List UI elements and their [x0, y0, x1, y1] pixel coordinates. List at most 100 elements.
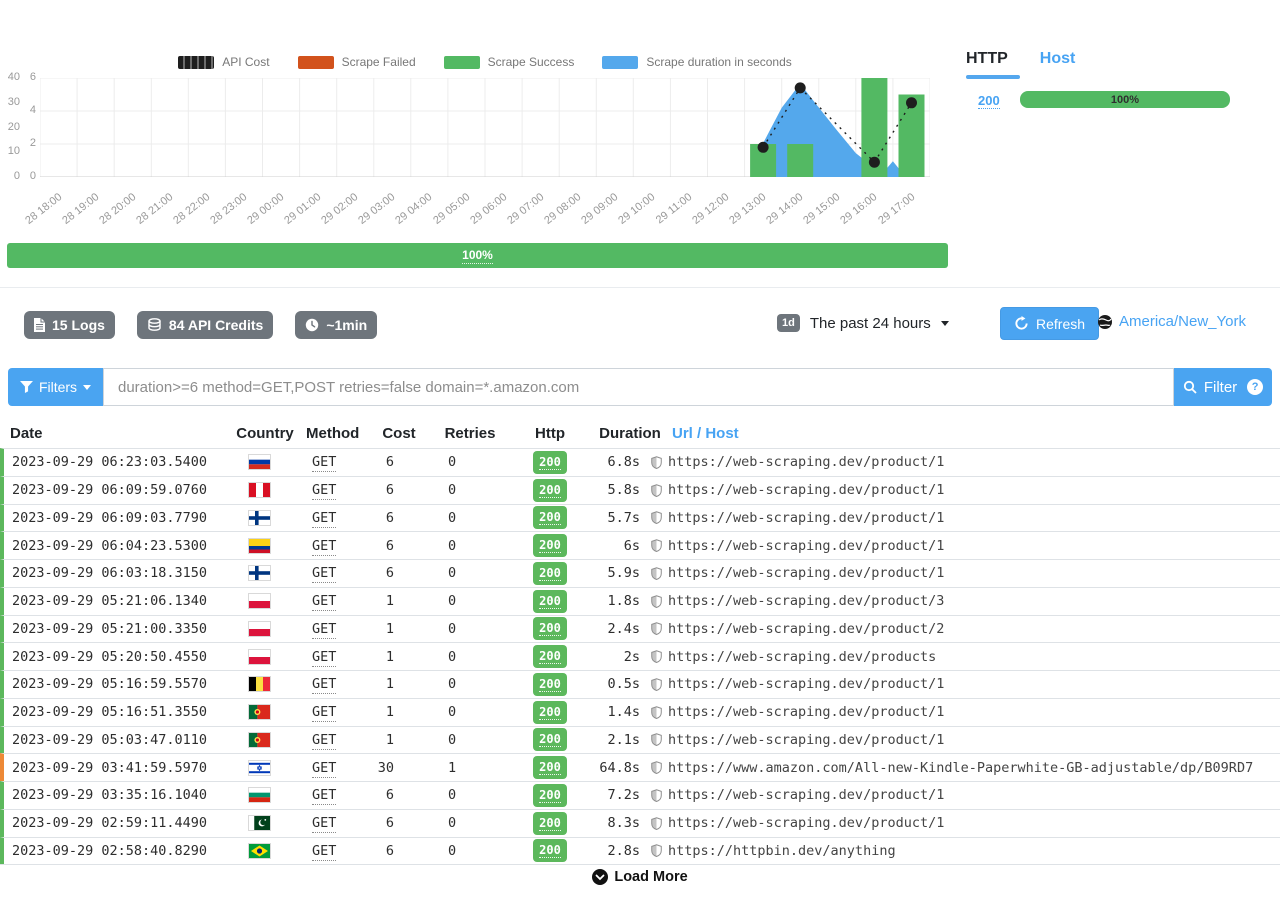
log-duration: 2.4s	[588, 621, 644, 637]
log-method: GET	[300, 732, 370, 748]
log-table-row[interactable]: 2023-09-29 05:03:47.0110GET102002.1shttp…	[0, 726, 1280, 754]
log-table-row[interactable]: 2023-09-29 02:59:11.4490GET602008.3shttp…	[0, 809, 1280, 837]
tab-http[interactable]: HTTP	[966, 50, 1008, 68]
log-url-link[interactable]: https://web-scraping.dev/product/1	[668, 510, 1280, 526]
shield-cell	[644, 817, 668, 830]
log-cost: 6	[370, 454, 428, 470]
overall-success-bar: 100%	[7, 243, 948, 268]
filter-submit-button[interactable]: Filter ?	[1174, 368, 1272, 406]
shield-cell	[644, 761, 668, 774]
log-table-row[interactable]: 2023-09-29 02:58:40.8290GET602002.8shttp…	[0, 837, 1280, 865]
log-url-link[interactable]: https://web-scraping.dev/product/1	[668, 482, 1280, 498]
tab-host[interactable]: Host	[1040, 50, 1076, 68]
log-url-link[interactable]: https://web-scraping.dev/product/1	[668, 454, 1280, 470]
refresh-button[interactable]: Refresh	[1000, 307, 1099, 340]
chevron-down-icon	[941, 321, 949, 326]
log-duration: 2.1s	[588, 732, 644, 748]
log-url-link[interactable]: https://web-scraping.dev/product/1	[668, 538, 1280, 554]
log-method: GET	[300, 704, 370, 720]
log-table-row[interactable]: 2023-09-29 06:04:23.5300GET602006shttps:…	[0, 531, 1280, 559]
legend-item[interactable]: Scrape Failed	[298, 55, 416, 69]
log-date: 2023-09-29 06:09:59.0760	[4, 482, 230, 498]
log-date: 2023-09-29 05:20:50.4550	[4, 649, 230, 665]
chevron-down-circle-icon	[592, 869, 608, 885]
log-table-row[interactable]: 2023-09-29 05:16:59.5570GET102000.5shttp…	[0, 670, 1280, 698]
log-url-link[interactable]: https://web-scraping.dev/product/1	[668, 676, 1280, 692]
column-header-http: Http	[512, 425, 588, 442]
log-url-link[interactable]: https://web-scraping.dev/product/2	[668, 621, 1280, 637]
log-table-row[interactable]: 2023-09-29 06:09:03.7790GET602005.7shttp…	[0, 504, 1280, 532]
log-url-link[interactable]: https://web-scraping.dev/product/1	[668, 815, 1280, 831]
log-retries: 0	[428, 704, 512, 720]
legend-item[interactable]: Scrape Success	[444, 55, 575, 69]
log-duration: 2.8s	[588, 843, 644, 859]
log-retries: 0	[428, 621, 512, 637]
log-duration: 6s	[588, 538, 644, 554]
column-header-country: Country	[230, 425, 300, 442]
overall-success-label: 100%	[462, 248, 493, 264]
legend-item[interactable]: Scrape duration in seconds	[602, 55, 791, 69]
shield-cell	[644, 539, 668, 552]
coins-icon	[147, 318, 162, 332]
chart-legend: API Cost Scrape Failed Scrape Success Scrap…	[40, 55, 930, 69]
log-url-link[interactable]: https://web-scraping.dev/product/3	[668, 593, 1280, 609]
legend-item[interactable]: API Cost	[178, 55, 269, 69]
log-table-row[interactable]: 2023-09-29 05:16:51.3550GET102001.4shttp…	[0, 698, 1280, 726]
log-url-link[interactable]: https://web-scraping.dev/product/1	[668, 787, 1280, 803]
log-date: 2023-09-29 05:21:00.3350	[4, 621, 230, 637]
load-more-button[interactable]: Load More	[592, 869, 687, 885]
log-url-link[interactable]: https://web-scraping.dev/product/1	[668, 704, 1280, 720]
log-date: 2023-09-29 05:21:06.1340	[4, 593, 230, 609]
log-url-link[interactable]: https://httpbin.dev/anything	[668, 843, 1280, 859]
log-table-row[interactable]: 2023-09-29 06:23:03.5400GET602006.8shttp…	[0, 448, 1280, 476]
log-duration: 5.8s	[588, 482, 644, 498]
duration-total-badge: ~1min	[295, 311, 377, 339]
help-icon[interactable]: ?	[1247, 379, 1263, 395]
log-table-row[interactable]: 2023-09-29 05:20:50.4550GET102002shttps:…	[0, 642, 1280, 670]
api-credits-badge: 84 API Credits	[137, 311, 273, 339]
status-tabs: HTTP Host	[966, 50, 1075, 68]
log-url-link[interactable]: https://web-scraping.dev/products	[668, 649, 1280, 665]
log-method: GET	[300, 538, 370, 554]
shield-icon	[651, 678, 662, 691]
shield-cell	[644, 706, 668, 719]
column-header-retries: Retries	[428, 425, 512, 442]
column-header-duration: Duration	[588, 425, 672, 442]
log-table-row[interactable]: 2023-09-29 05:21:00.3350GET102002.4shttp…	[0, 615, 1280, 643]
log-url-link[interactable]: https://web-scraping.dev/product/1	[668, 565, 1280, 581]
time-range-selector[interactable]: 1d The past 24 hours	[777, 314, 949, 332]
column-header-method: Method	[300, 425, 370, 442]
y-tick-label: 2	[30, 137, 36, 149]
y-axis-left: 403020100	[2, 78, 20, 177]
log-retries: 0	[428, 593, 512, 609]
log-cost: 6	[370, 843, 428, 859]
legend-swatch-icon	[602, 56, 638, 69]
log-url-link[interactable]: https://web-scraping.dev/product/1	[668, 732, 1280, 748]
log-table-row[interactable]: 2023-09-29 03:35:16.1040GET602007.2shttp…	[0, 781, 1280, 809]
timezone-selector[interactable]: America/New_York	[1097, 313, 1246, 330]
http-status-badge: 200	[512, 784, 588, 807]
country-flag-icon	[230, 511, 300, 525]
filter-search-input[interactable]	[103, 368, 1174, 406]
log-table-row[interactable]: 2023-09-29 05:21:06.1340GET102001.8shttp…	[0, 587, 1280, 615]
log-table-row[interactable]: 2023-09-29 03:41:59.5970GET30120064.8sht…	[0, 753, 1280, 781]
column-header-url-host[interactable]: Url / Host	[672, 425, 1280, 442]
log-table-row[interactable]: 2023-09-29 06:09:59.0760GET602005.8shttp…	[0, 476, 1280, 504]
filters-dropdown-button[interactable]: Filters	[8, 368, 103, 406]
log-url-link[interactable]: https://www.amazon.com/All-new-Kindle-Pa…	[668, 760, 1280, 776]
shield-icon	[651, 622, 662, 635]
y-tick-label: 10	[8, 145, 20, 157]
http-code-link[interactable]: 200	[978, 93, 1000, 109]
legend-swatch-icon	[298, 56, 334, 69]
shield-cell	[644, 484, 668, 497]
filter-label: Filter	[1204, 379, 1237, 396]
search-icon	[1183, 380, 1197, 394]
filters-label: Filters	[39, 379, 77, 395]
column-header-cost: Cost	[370, 425, 428, 442]
logs-count-badge: 15 Logs	[24, 311, 115, 339]
y-tick-label: 4	[30, 104, 36, 116]
log-table-row[interactable]: 2023-09-29 06:03:18.3150GET602005.9shttp…	[0, 559, 1280, 587]
log-method: GET	[300, 760, 370, 776]
x-axis-labels: 28 18:0028 19:0028 20:0028 21:0028 22:00…	[40, 181, 930, 241]
chevron-down-icon	[83, 385, 91, 390]
